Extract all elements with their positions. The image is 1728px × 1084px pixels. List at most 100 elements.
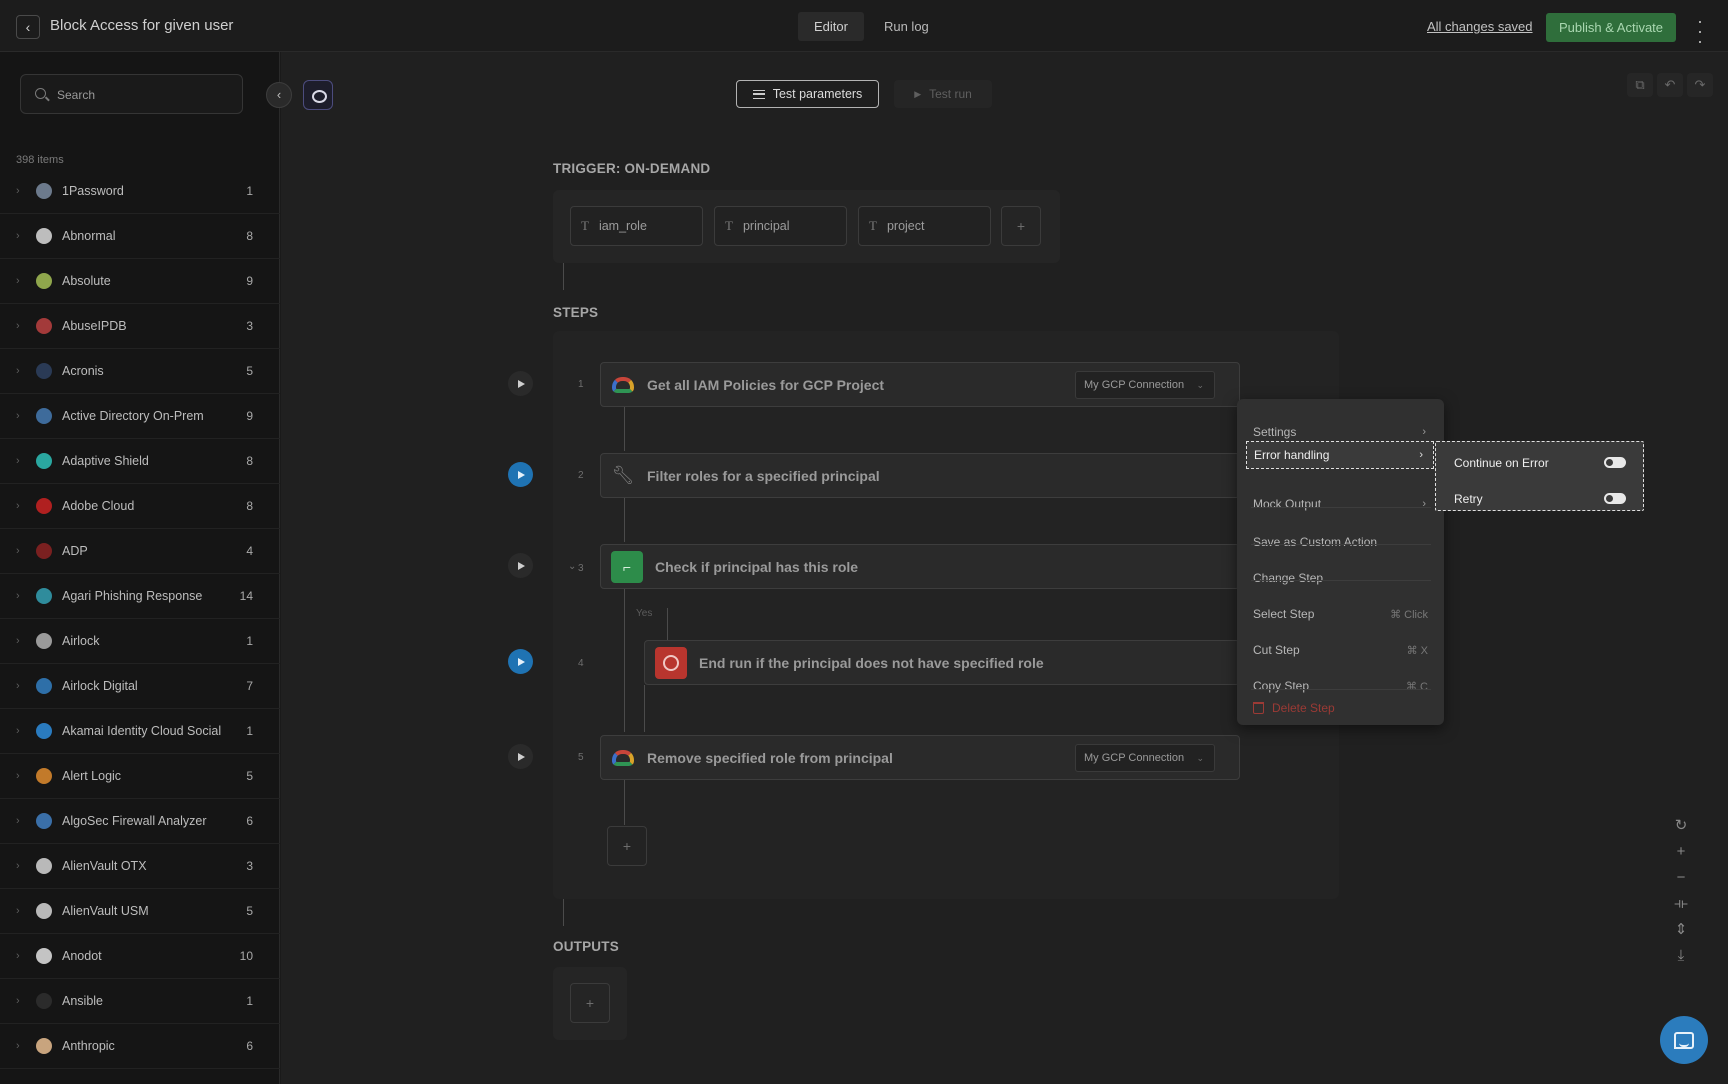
integration-row[interactable]: › AlienVault OTX 3 [0,844,280,889]
menu-item-mock-output[interactable]: Mock Output › [1237,487,1444,521]
action-count: 10 [239,949,253,963]
retry-toggle[interactable] [1604,493,1626,504]
chevron-right-icon[interactable]: › [16,275,26,287]
menu-item-delete-step[interactable]: Delete Step [1237,691,1444,725]
integration-row[interactable]: › Absolute 9 [0,259,280,304]
chevron-right-icon[interactable]: › [16,680,26,692]
chevron-right-icon[interactable]: › [16,455,26,467]
continue-on-error-toggle[interactable] [1604,457,1626,468]
connection-select[interactable]: My GCP Connection ⌄ [1075,371,1215,399]
integration-row[interactable]: › Acronis 5 [0,349,280,394]
integration-row[interactable]: › 1Password 1 [0,169,280,214]
chevron-right-icon[interactable]: › [16,905,26,917]
integration-row[interactable]: › Airlock 1 [0,619,280,664]
collapse-sidebar-button[interactable]: ‹ [266,82,292,108]
trigger-label: TRIGGER: ON-DEMAND [553,161,711,176]
stop-icon [655,646,687,679]
chevron-right-icon[interactable]: › [16,230,26,242]
run-step-2-button[interactable] [508,462,533,487]
step-3-card[interactable]: ⌐ Check if principal has this role [600,544,1240,589]
menu-item-cut-step[interactable]: Cut Step ⌘ X [1237,633,1444,667]
step-title: Filter roles for a specified principal [647,467,880,484]
zoom-out-icon[interactable]: − [1668,867,1694,889]
reset-view-icon[interactable]: ↻ [1668,815,1694,837]
chevron-right-icon[interactable]: › [16,545,26,557]
test-run-button[interactable]: ▶ Test run [894,80,992,108]
integration-row[interactable]: › Adaptive Shield 8 [0,439,280,484]
integration-row[interactable]: › Anthropic 6 [0,1024,280,1069]
chevron-right-icon[interactable]: › [16,590,26,602]
expand-vertical-icon[interactable]: ⇕ [1668,919,1694,941]
menu-item-save-custom-action[interactable]: Save as Custom Action [1237,525,1444,559]
chat-icon [1674,1031,1694,1049]
ai-assistant-icon[interactable] [303,80,333,110]
chevron-right-icon[interactable]: › [16,815,26,827]
param-chip[interactable]: Tprincipal [714,206,847,246]
back-button[interactable]: ‹ [16,15,40,39]
run-step-1-button[interactable] [508,371,533,396]
integration-row[interactable]: › Active Directory On-Prem 9 [0,394,280,439]
step-collapse-icon[interactable]: ⌄ [568,561,576,572]
more-options-icon[interactable]: · · · [1694,12,1706,50]
integration-row[interactable]: › ADP 4 [0,529,280,574]
menu-item-select-step[interactable]: Select Step ⌘ Click [1237,597,1444,631]
menu-item-change-step[interactable]: Change Step [1237,561,1444,595]
add-output-button[interactable]: + [570,983,610,1023]
chevron-right-icon[interactable]: › [16,500,26,512]
tab-editor[interactable]: Editor [798,12,864,41]
run-step-5-button[interactable] [508,744,533,769]
param-name: iam_role [598,219,647,233]
integration-row[interactable]: › Adobe Cloud 8 [0,484,280,529]
fit-width-icon[interactable]: ⟛ [1668,893,1694,915]
chevron-right-icon[interactable]: › [16,635,26,647]
run-step-3-button[interactable] [508,553,533,578]
chevron-right-icon[interactable]: › [16,1040,26,1052]
chevron-right-icon[interactable]: › [16,950,26,962]
chevron-right-icon[interactable]: › [16,725,26,737]
integration-row[interactable]: › Akamai Identity Cloud Social 1 [0,709,280,754]
airlock-logo [36,633,52,649]
step-5-card[interactable]: Remove specified role from principal My … [600,735,1240,780]
integration-row[interactable]: › Agari Phishing Response 14 [0,574,280,619]
tab-run-log[interactable]: Run log [868,12,945,41]
menu-item-error-handling[interactable]: Error handling › [1246,441,1434,469]
connection-select[interactable]: My GCP Connection ⌄ [1075,744,1215,772]
integration-row[interactable]: › Abnormal 8 [0,214,280,259]
add-parameter-button[interactable]: + [1001,206,1041,246]
chevron-right-icon[interactable]: › [16,320,26,332]
chevron-right-icon[interactable]: › [16,995,26,1007]
chevron-right-icon[interactable]: › [16,860,26,872]
chevron-right-icon[interactable]: › [16,410,26,422]
chat-support-button[interactable] [1660,1016,1708,1064]
param-chip[interactable]: Tproject [858,206,991,246]
redo-icon[interactable]: ↷ [1687,73,1713,97]
chevron-right-icon[interactable]: › [16,365,26,377]
test-parameters-button[interactable]: Test parameters [736,80,879,108]
publish-activate-button[interactable]: Publish & Activate [1546,13,1676,42]
integration-row[interactable]: › AlgoSec Firewall Analyzer 6 [0,799,280,844]
collapse-vertical-icon[interactable]: ⤓ [1668,945,1694,967]
integration-row[interactable]: › Ansible 1 [0,979,280,1024]
integration-row[interactable]: › Alert Logic 5 [0,754,280,799]
step-number: 5 [578,752,584,763]
step-1-card[interactable]: Get all IAM Policies for GCP Project My … [600,362,1240,407]
run-step-4-button[interactable] [508,649,533,674]
integration-name: Abnormal [62,229,116,243]
step-4-card[interactable]: End run if the principal does not have s… [644,640,1240,685]
undo-icon[interactable]: ↶ [1657,73,1683,97]
zoom-in-icon[interactable]: + [1668,841,1694,863]
saved-status-link[interactable]: All changes saved [1427,19,1533,34]
integration-name: Airlock Digital [62,679,138,693]
chevron-right-icon: › [1419,449,1423,461]
search-input[interactable] [57,85,227,105]
integration-row[interactable]: › AlienVault USM 5 [0,889,280,934]
chevron-right-icon[interactable]: › [16,770,26,782]
step-2-card[interactable]: 🔧︎ Filter roles for a specified principa… [600,453,1240,498]
param-chip[interactable]: Tiam_role [570,206,703,246]
integration-row[interactable]: › AbuseIPDB 3 [0,304,280,349]
add-step-button[interactable]: + [607,826,647,866]
chevron-right-icon[interactable]: › [16,185,26,197]
copy-canvas-icon[interactable]: ⧉ [1627,73,1653,97]
integration-row[interactable]: › Anodot 10 [0,934,280,979]
integration-row[interactable]: › Airlock Digital 7 [0,664,280,709]
